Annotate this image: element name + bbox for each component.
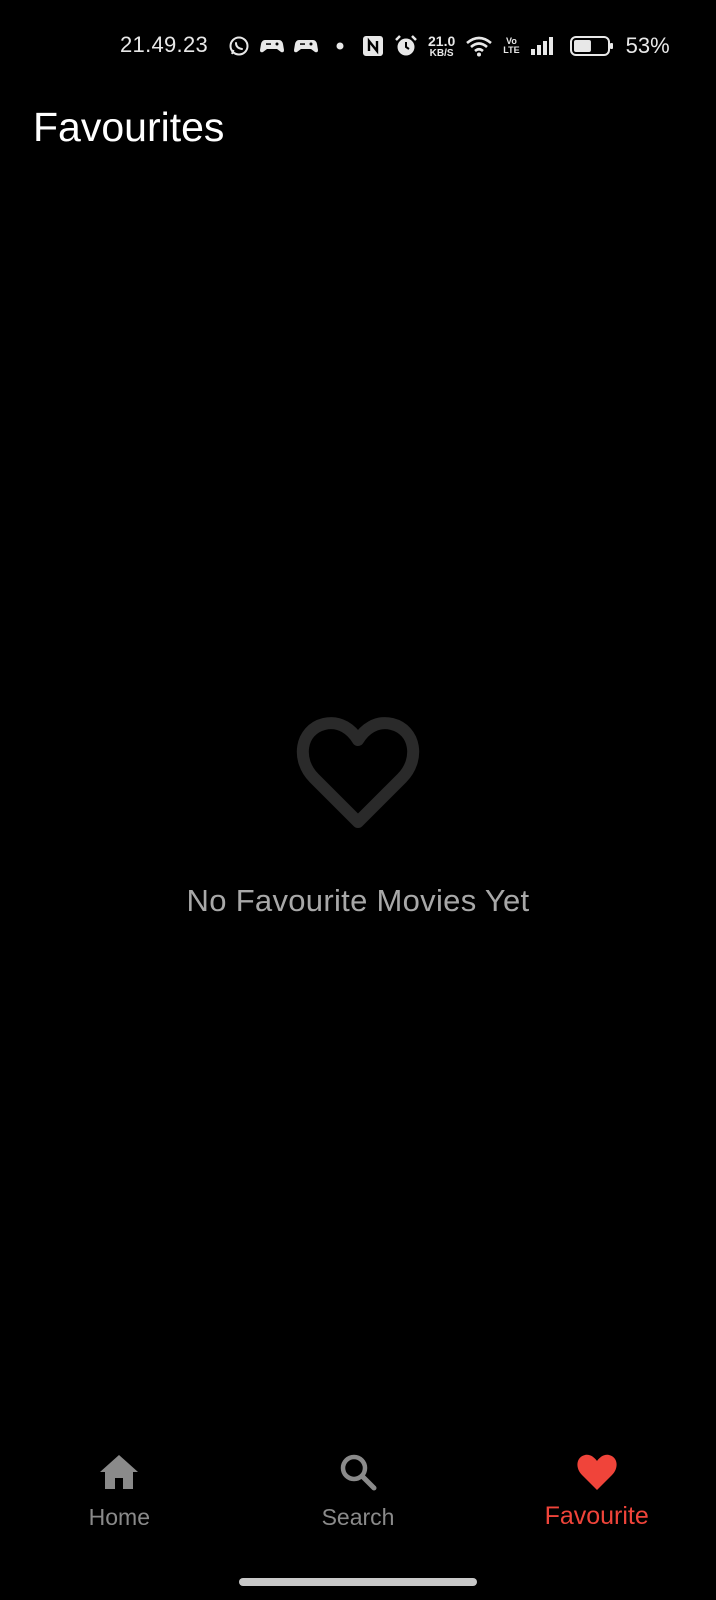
dot-icon [336, 42, 344, 50]
battery-percent: 53% [625, 33, 670, 58]
whatsapp-icon [228, 35, 250, 57]
signal-icon [530, 36, 554, 56]
game-controller-icon [260, 36, 284, 56]
status-time: 21.49.23 [120, 32, 209, 57]
heart-icon [575, 1450, 619, 1494]
nav-label-favourite: Favourite [544, 1502, 649, 1530]
status-icons: 21.0 KB/S Vo LTE 53% [228, 30, 670, 62]
alarm-icon [394, 34, 418, 58]
battery-icon [569, 35, 614, 57]
nav-item-search[interactable]: Search [239, 1450, 478, 1560]
home-indicator[interactable] [239, 1578, 477, 1586]
nav-item-home[interactable]: Home [0, 1450, 239, 1560]
search-icon [336, 1450, 380, 1494]
nav-label-home: Home [88, 1504, 151, 1530]
game-controller-icon [294, 36, 318, 56]
empty-state-message: No Favourite Movies Yet [186, 883, 530, 918]
wifi-icon [465, 35, 493, 57]
heart-outline-icon [288, 700, 428, 845]
home-icon [97, 1450, 141, 1494]
network-speed: 21.0 KB/S [428, 32, 456, 59]
nfc-icon [362, 35, 384, 57]
empty-state: No Favourite Movies Yet [0, 700, 716, 919]
volte-indicator: Vo LTE [503, 36, 520, 55]
nav-label-search: Search [321, 1504, 395, 1530]
nav-item-favourite[interactable]: Favourite [477, 1450, 716, 1560]
status-bar: 21.49.23 21.0 KB/S Vo LTE 53% [0, 28, 716, 64]
page-title: Favourites [33, 104, 225, 150]
bottom-navigation: Home Search Favourite [0, 1450, 716, 1560]
